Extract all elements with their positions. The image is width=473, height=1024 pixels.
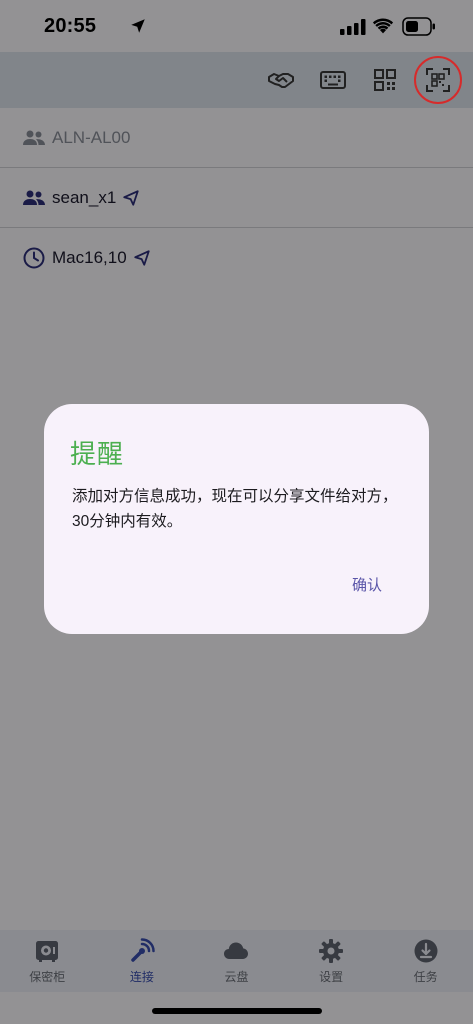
home-indicator	[152, 1008, 322, 1014]
confirm-button[interactable]: 确认	[340, 568, 394, 601]
app-screen: 20:55 ALN-AL00 sean_x1 Mac16,10 保密柜 连接 云…	[0, 0, 473, 1024]
alert-dialog: 提醒 添加对方信息成功，现在可以分享文件给对方，30分钟内有效。 确认	[44, 404, 429, 634]
dialog-message: 添加对方信息成功，现在可以分享文件给对方，30分钟内有效。	[72, 488, 398, 530]
dialog-title: 提醒	[70, 439, 125, 469]
highlight-circle	[414, 56, 462, 104]
